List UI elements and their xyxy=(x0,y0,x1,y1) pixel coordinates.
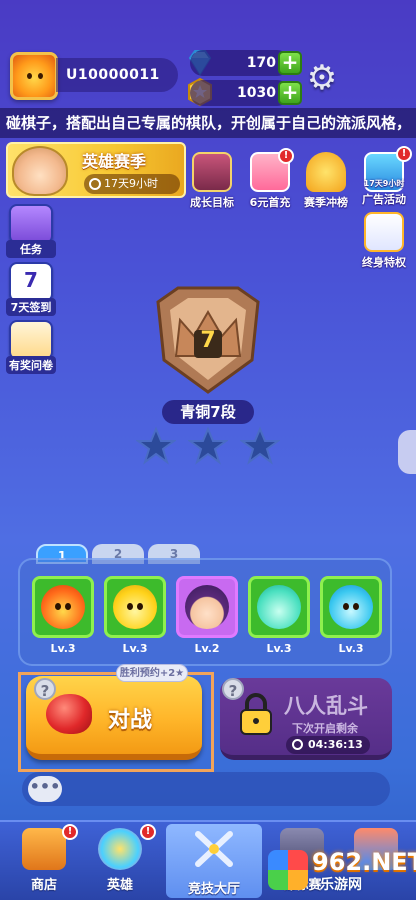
feature-growth-goal[interactable]: 成长目标 xyxy=(184,152,240,210)
side-checkin-button[interactable]: 7 7天签到 xyxy=(6,262,56,316)
season-timer-text: 17天9小时 xyxy=(104,177,158,190)
side-survey-label: 有奖问卷 xyxy=(6,356,56,374)
feature-lifetime-privilege[interactable]: 终身特权 xyxy=(356,212,412,270)
hero-orbs-icon: ! xyxy=(98,824,156,870)
coin-count: 1030 xyxy=(190,80,290,106)
feature-lifetime-privilege-label: 终身特权 xyxy=(362,256,406,269)
battle-help-icon[interactable]: ? xyxy=(34,678,56,700)
diamond-count: 170 xyxy=(190,50,290,76)
battle-button-label: 对战 xyxy=(108,708,153,733)
lightning-orb-icon xyxy=(113,585,157,629)
notification-badge: ! xyxy=(396,146,412,162)
eight-player-subtitle: 下次开启剩余 xyxy=(292,722,358,735)
hero-level: Lv.3 xyxy=(122,642,148,655)
nav-arena[interactable]: 竞技大厅 xyxy=(166,824,262,898)
feature-first-recharge-label: 6元首充 xyxy=(249,196,291,209)
add-diamond-button[interactable]: + xyxy=(278,51,302,75)
news-ticker: 碰棋子，搭配出自己专属的棋队，开创属于自己的流派风格， xyxy=(0,108,416,138)
task-book-icon xyxy=(9,204,53,244)
padlock-icon xyxy=(240,693,272,735)
feature-growth-goal-label: 成长目标 xyxy=(190,196,234,209)
eight-player-help-icon[interactable]: ? xyxy=(222,678,244,700)
chat-bar[interactable] xyxy=(22,772,390,806)
season-timer: 17天9小时 xyxy=(84,174,180,194)
first-recharge-icon: ! xyxy=(250,148,294,192)
rank-number: 7 xyxy=(200,328,216,353)
eight-player-countdown: 04:36:13 xyxy=(286,736,370,754)
hero-level: Lv.2 xyxy=(194,642,220,655)
feature-ad-event[interactable]: ! 17天9小时 广告活动 xyxy=(356,146,412,207)
rank-star-empty-icon xyxy=(240,426,280,465)
crossed-swords-icon xyxy=(195,831,233,867)
side-survey-button[interactable]: 有奖问卷 xyxy=(6,320,56,374)
ninja-girl-icon xyxy=(185,585,229,629)
site-watermark: 962.NET 乐游网 xyxy=(268,846,416,896)
survey-clipboard-icon xyxy=(9,320,53,360)
battle-reward-bubble: 胜利预约+2★ xyxy=(116,664,188,682)
lightning-hero-portrait xyxy=(104,576,166,638)
calendar-day-glyph: 7 xyxy=(24,268,38,292)
fire-hero-portrait xyxy=(32,576,94,638)
rank-name: 青铜7段 xyxy=(162,400,254,424)
watermark-logo-icon xyxy=(268,850,308,890)
right-side-drawer-handle[interactable] xyxy=(398,430,416,474)
eight-player-title: 八人乱斗 xyxy=(284,694,368,718)
lineup-hero-lightning[interactable]: Lv.3 xyxy=(104,576,166,655)
ad-event-timer: 17天9小时 xyxy=(363,179,405,188)
notification-badge: ! xyxy=(62,824,78,840)
boxing-glove-icon xyxy=(46,694,92,734)
season-title: 英雄赛季 xyxy=(82,152,147,171)
fire-orb-icon xyxy=(41,585,85,629)
avatar-face xyxy=(25,73,45,83)
hero-level: Lv.3 xyxy=(50,642,76,655)
add-coin-button[interactable]: + xyxy=(278,81,302,105)
rank-star-empty-icon xyxy=(136,426,176,465)
feature-ad-event-label: 广告活动 xyxy=(362,193,406,206)
lineup-hero-water[interactable]: Lv.3 xyxy=(320,576,382,655)
growth-goal-icon xyxy=(192,152,232,192)
nav-shop-label: 商店 xyxy=(30,878,57,893)
wind-orb-icon xyxy=(257,585,301,629)
player-avatar[interactable] xyxy=(10,52,58,100)
nav-arena-label: 竞技大厅 xyxy=(187,882,240,897)
settings-gear-icon[interactable]: ⚙ xyxy=(304,60,340,96)
nav-hero-label: 英雄 xyxy=(106,878,133,893)
lineup-hero-ninja[interactable]: Lv.2 xyxy=(176,576,238,655)
trophy-icon xyxy=(306,152,346,192)
feature-season-ranking[interactable]: 赛季冲榜 xyxy=(298,152,354,210)
hero-level: Lv.3 xyxy=(338,642,364,655)
notification-badge: ! xyxy=(278,148,294,164)
shop-chest-icon: ! xyxy=(22,824,78,870)
side-task-button[interactable]: 任务 xyxy=(6,204,56,258)
ninja-hero-portrait xyxy=(176,576,238,638)
clock-icon xyxy=(292,739,303,750)
clock-icon xyxy=(89,178,101,190)
player-uid: U10000011 xyxy=(56,58,178,92)
watermark-sub-text: 乐游网 xyxy=(320,877,362,893)
nav-shop[interactable]: ! 商店 xyxy=(4,824,84,898)
season-hero-portrait xyxy=(12,146,68,196)
eight-player-countdown-text: 04:36:13 xyxy=(308,738,363,751)
water-orb-icon xyxy=(329,585,373,629)
lineup-hero-fire[interactable]: Lv.3 xyxy=(32,576,94,655)
feature-season-ranking-label: 赛季冲榜 xyxy=(304,196,348,209)
chat-more-button[interactable]: ••• xyxy=(28,776,62,802)
water-hero-portrait xyxy=(320,576,382,638)
lineup-hero-wind[interactable]: Lv.3 xyxy=(248,576,310,655)
privilege-card-icon xyxy=(364,212,404,252)
watermark-main-text: 962.NET xyxy=(312,848,416,876)
hero-level: Lv.3 xyxy=(266,642,292,655)
wind-hero-portrait xyxy=(248,576,310,638)
nav-hero[interactable]: ! 英雄 xyxy=(80,824,160,898)
eight-player-mode-button[interactable]: 八人乱斗 下次开启剩余 04:36:13 xyxy=(220,678,392,760)
rank-star-empty-icon xyxy=(188,426,228,465)
side-task-label: 任务 xyxy=(6,240,56,258)
hero-season-banner[interactable]: 英雄赛季 17天9小时 xyxy=(6,142,186,198)
notification-badge: ! xyxy=(140,824,156,840)
calendar-icon: 7 xyxy=(9,262,53,302)
feature-first-recharge[interactable]: ! 6元首充 xyxy=(242,148,298,210)
side-checkin-label: 7天签到 xyxy=(6,298,56,316)
